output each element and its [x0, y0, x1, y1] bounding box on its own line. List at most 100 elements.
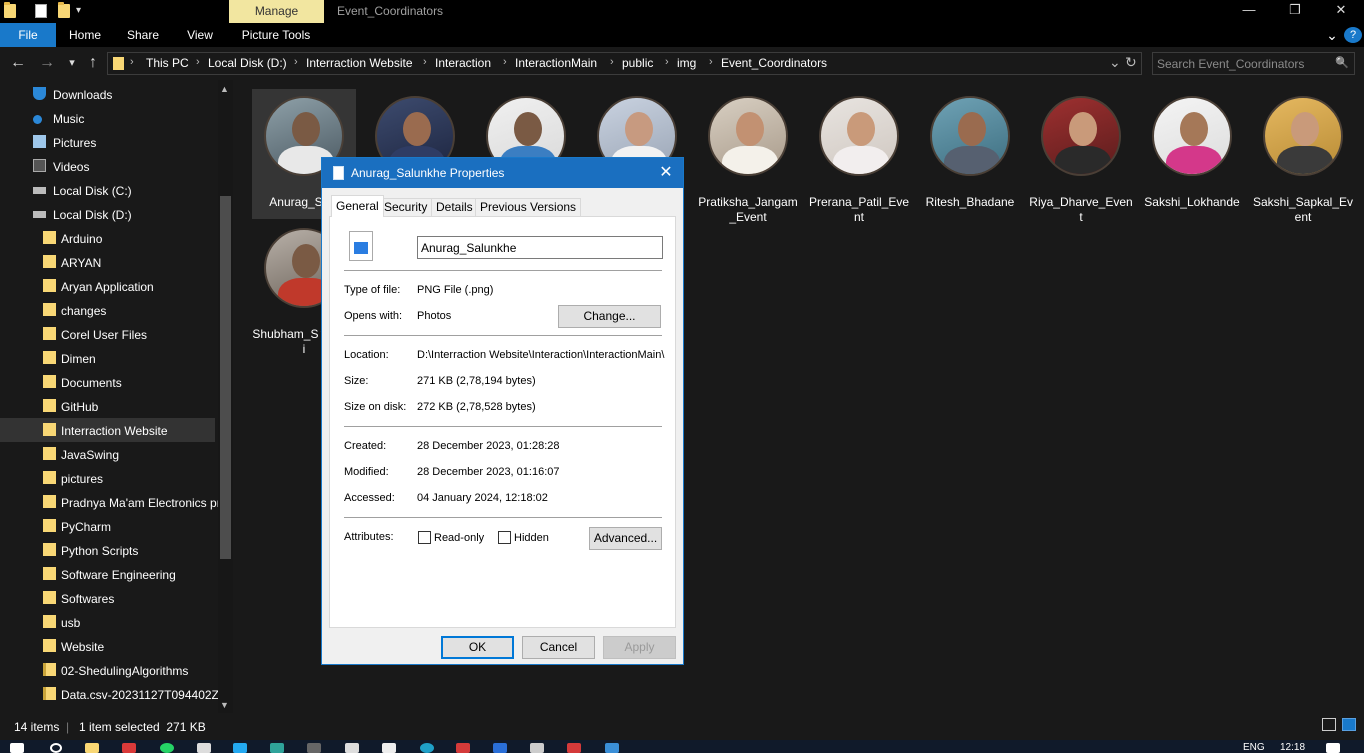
nav-item-dimen[interactable]: Dimen — [0, 346, 215, 370]
change-button[interactable]: Change... — [558, 305, 661, 328]
nav-item-local-disk-c[interactable]: Local Disk (C:) — [0, 178, 215, 202]
customize-toolbar-icon[interactable]: ▾ — [76, 4, 88, 18]
address-dropdown-icon[interactable]: ⌄ — [1109, 54, 1121, 71]
nav-item-changes[interactable]: changes — [0, 298, 215, 322]
nav-scrollbar-thumb[interactable] — [220, 196, 231, 559]
nav-item-interraction-website[interactable]: Interraction Website — [0, 418, 215, 442]
file-tile[interactable]: Sakshi_Lokhande — [1140, 89, 1244, 219]
nav-item-aryan[interactable]: ARYAN — [0, 250, 215, 274]
search-box[interactable]: 🔍 — [1152, 52, 1355, 75]
forward-button[interactable]: → — [37, 53, 57, 73]
tab-share[interactable]: Share — [120, 23, 166, 47]
expand-ribbon-icon[interactable]: ⌄ — [1322, 23, 1342, 47]
nav-item-pradnya-ma-am-electronics-pr[interactable]: Pradnya Ma'am Electronics pr — [0, 490, 221, 514]
app-icon[interactable] — [270, 743, 284, 753]
read-only-checkbox[interactable] — [418, 531, 431, 544]
new-folder-icon[interactable] — [58, 2, 70, 18]
scroll-up-icon[interactable]: ▲ — [220, 84, 229, 94]
pycharm-icon[interactable] — [382, 743, 396, 753]
scroll-down-icon[interactable]: ▼ — [220, 700, 229, 710]
hidden-label[interactable]: Hidden — [514, 532, 549, 544]
cancel-button[interactable]: Cancel — [522, 636, 595, 659]
nav-item-pictures[interactable]: Pictures — [0, 130, 215, 154]
file-tile[interactable]: Prerana_Patil_Event — [807, 89, 911, 224]
nav-item-software-engineering[interactable]: Software Engineering — [0, 562, 215, 586]
app-icon[interactable] — [122, 743, 136, 753]
recent-locations-button[interactable]: ▾ — [62, 53, 82, 73]
nav-item-music[interactable]: Music — [0, 106, 215, 130]
file-tile[interactable]: Sakshi_Sapkal_Event — [1251, 89, 1355, 224]
breadcrumb-interactionmain[interactable]: InteractionMain — [515, 56, 597, 70]
file-tile[interactable]: Riya_Dharve_Event — [1029, 89, 1133, 224]
nav-item-aryan-application[interactable]: Aryan Application — [0, 274, 215, 298]
search-icon[interactable]: 🔍 — [1335, 56, 1349, 69]
clock[interactable]: 12:18 — [1280, 742, 1305, 753]
app-icon[interactable] — [307, 743, 321, 753]
advanced-button[interactable]: Advanced... — [589, 527, 662, 550]
breadcrumb-interraction-website[interactable]: Interraction Website — [306, 56, 413, 70]
notifications-icon[interactable] — [1326, 743, 1340, 753]
nav-item-corel-user-files[interactable]: Corel User Files — [0, 322, 215, 346]
breadcrumb-img[interactable]: img — [677, 56, 696, 70]
breadcrumb-this-pc[interactable]: This PC — [146, 56, 189, 70]
tab-picture-tools[interactable]: Picture Tools — [232, 23, 320, 47]
breadcrumb-event-coordinators[interactable]: Event_Coordinators — [721, 56, 827, 70]
tab-details[interactable]: Details — [431, 198, 478, 216]
nav-item-usb[interactable]: usb — [0, 610, 215, 634]
file-tile[interactable]: Ritesh_Bhadane — [918, 89, 1022, 219]
tab-view[interactable]: View — [178, 23, 222, 47]
tab-previous-versions[interactable]: Previous Versions — [475, 198, 582, 216]
apply-button[interactable]: Apply — [603, 636, 676, 659]
help-icon[interactable]: ? — [1344, 27, 1362, 43]
app-icon[interactable] — [567, 743, 581, 753]
intellij-icon[interactable] — [345, 743, 359, 753]
search-icon[interactable] — [50, 743, 62, 753]
read-only-label[interactable]: Read-only — [434, 532, 484, 544]
minimize-button[interactable]: — — [1226, 0, 1272, 23]
ok-button[interactable]: OK — [441, 636, 514, 659]
app-icon[interactable] — [456, 743, 470, 753]
app-icon[interactable] — [530, 743, 544, 753]
nav-item-02-shedulingalgorithms[interactable]: 02-ShedulingAlgorithms — [0, 658, 215, 682]
language-indicator[interactable]: ENG — [1243, 742, 1265, 753]
location-value[interactable]: D:\Interraction Website\Interaction\Inte… — [417, 349, 665, 361]
nav-item-documents[interactable]: Documents — [0, 370, 215, 394]
nav-item-data-csv-20231127t094402z-0[interactable]: Data.csv-20231127T094402Z-0 — [0, 682, 230, 706]
tab-manage[interactable]: Manage — [229, 0, 324, 23]
nav-item-pycharm[interactable]: PyCharm — [0, 514, 215, 538]
app-icon[interactable] — [493, 743, 507, 753]
tab-general[interactable]: General — [331, 195, 384, 217]
app-icon[interactable] — [605, 743, 619, 753]
hidden-checkbox[interactable] — [498, 531, 511, 544]
nav-item-videos[interactable]: Videos — [0, 154, 215, 178]
details-view-icon[interactable] — [1322, 718, 1336, 731]
dialog-title-bar[interactable]: Anurag_Salunkhe Properties ✕ — [322, 158, 683, 188]
refresh-icon[interactable]: ↻ — [1125, 54, 1137, 71]
file-explorer-icon[interactable] — [85, 743, 99, 753]
file-tile[interactable]: Pratiksha_Jangam_Event — [696, 89, 800, 224]
whatsapp-icon[interactable] — [160, 743, 174, 753]
tab-security[interactable]: Security — [379, 198, 433, 216]
restore-button[interactable]: ❐ — [1272, 0, 1318, 23]
breadcrumb-public[interactable]: public — [622, 56, 653, 70]
nav-item-softwares[interactable]: Softwares — [0, 586, 215, 610]
search-input[interactable] — [1157, 55, 1327, 72]
nav-item-arduino[interactable]: Arduino — [0, 226, 215, 250]
nav-item-website[interactable]: Website — [0, 634, 215, 658]
filename-field[interactable] — [417, 236, 663, 259]
tab-file[interactable]: File — [0, 23, 56, 47]
start-icon[interactable] — [10, 743, 24, 753]
address-bar[interactable]: › This PC › Local Disk (D:) › Interracti… — [107, 52, 1142, 75]
up-button[interactable]: ↑ — [83, 53, 103, 73]
vscode-icon[interactable] — [233, 743, 247, 753]
back-button[interactable]: ← — [8, 53, 28, 73]
breadcrumb-local-disk-d[interactable]: Local Disk (D:) — [208, 56, 287, 70]
nav-item-downloads[interactable]: Downloads — [0, 82, 215, 106]
nav-item-javaswing[interactable]: JavaSwing — [0, 442, 215, 466]
nav-item-pictures[interactable]: pictures — [0, 466, 215, 490]
notepad-icon[interactable] — [197, 743, 211, 753]
tab-home[interactable]: Home — [62, 23, 108, 47]
nav-item-python-scripts[interactable]: Python Scripts — [0, 538, 215, 562]
properties-icon[interactable] — [35, 4, 47, 18]
close-button[interactable]: ✕ — [1318, 0, 1364, 23]
